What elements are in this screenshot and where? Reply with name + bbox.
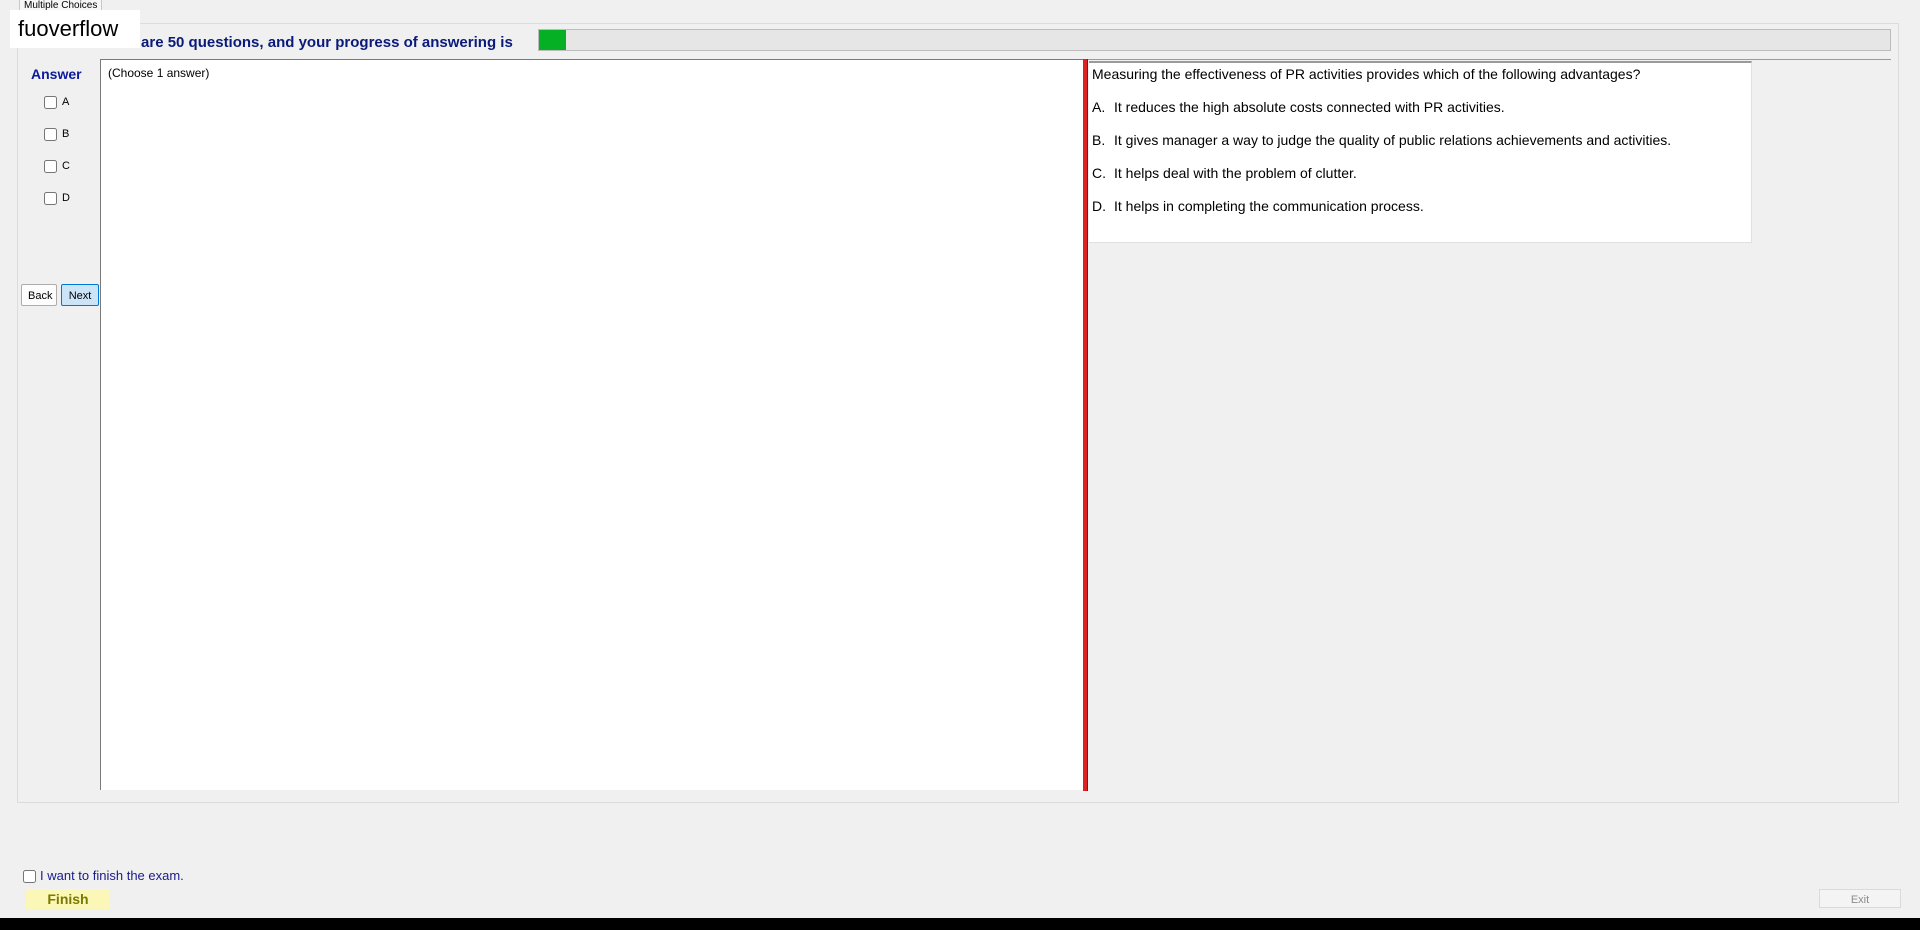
finish-exam-label: I want to finish the exam. bbox=[40, 868, 184, 883]
watermark-label: fuoverflow bbox=[10, 10, 140, 48]
answer-option-a[interactable]: A bbox=[44, 94, 69, 110]
choose-answer-hint: (Choose 1 answer) bbox=[108, 66, 210, 80]
progress-bar-fill bbox=[539, 30, 567, 50]
option-text: It helps deal with the problem of clutte… bbox=[1114, 165, 1357, 181]
question-text: Measuring the effectiveness of PR activi… bbox=[1092, 66, 1641, 82]
question-option-c: C. It helps deal with the problem of clut… bbox=[1092, 165, 1357, 181]
answer-option-label: C bbox=[62, 160, 70, 172]
option-letter: A. bbox=[1092, 99, 1106, 115]
progress-heading: There are 50 questions, and your progres… bbox=[96, 34, 513, 51]
back-button[interactable]: Back bbox=[21, 284, 57, 306]
finish-exam-checkbox[interactable]: I want to finish the exam. bbox=[23, 867, 184, 885]
option-text: It helps in completing the communication… bbox=[1114, 198, 1424, 214]
answer-option-label: A bbox=[62, 96, 70, 108]
answer-option-label: B bbox=[62, 128, 70, 140]
answer-option-c[interactable]: C bbox=[44, 158, 70, 174]
option-letter: C. bbox=[1092, 165, 1106, 181]
answer-checkbox-a[interactable] bbox=[44, 95, 57, 109]
question-option-b: B. It gives manager a way to judge the qu… bbox=[1092, 132, 1671, 148]
option-letter: B. bbox=[1092, 132, 1106, 148]
finish-exam-checkbox-input[interactable] bbox=[23, 870, 36, 884]
answer-checkbox-d[interactable] bbox=[44, 191, 57, 205]
question-option-a: A. It reduces the high absolute costs con… bbox=[1092, 99, 1505, 115]
exit-button[interactable]: Exit bbox=[1819, 889, 1901, 908]
question-box: Measuring the effectiveness of PR activi… bbox=[1089, 61, 1752, 243]
taskbar-strip bbox=[0, 918, 1920, 930]
answer-heading: Answer bbox=[31, 66, 82, 82]
option-text: It gives manager a way to judge the qual… bbox=[1114, 132, 1672, 148]
option-letter: D. bbox=[1092, 198, 1106, 214]
question-option-d: D. It helps in completing the communicati… bbox=[1092, 198, 1424, 214]
answer-option-d[interactable]: D bbox=[44, 190, 70, 206]
answer-checkbox-b[interactable] bbox=[44, 127, 57, 141]
answer-option-b[interactable]: B bbox=[44, 126, 69, 142]
next-button[interactable]: Next bbox=[61, 284, 99, 306]
progress-bar bbox=[538, 29, 1891, 51]
answer-checkbox-c[interactable] bbox=[44, 159, 57, 173]
option-text: It reduces the high absolute costs conne… bbox=[1114, 99, 1505, 115]
answer-option-label: D bbox=[62, 192, 70, 204]
finish-button[interactable]: Finish bbox=[26, 889, 110, 909]
answer-work-panel: (Choose 1 answer) bbox=[100, 59, 1084, 790]
